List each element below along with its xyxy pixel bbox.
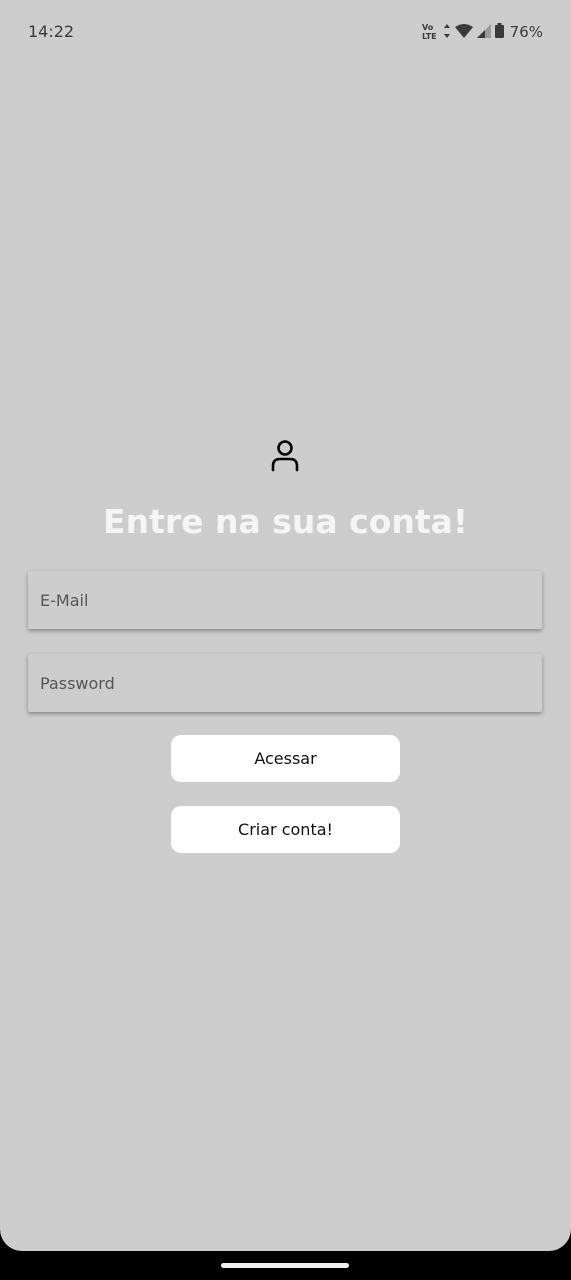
status-bar: 14:22 Vo LTE 76% xyxy=(0,0,571,64)
wifi-icon xyxy=(454,23,473,42)
status-time: 14:22 xyxy=(28,22,75,41)
create-account-button[interactable]: Criar conta! xyxy=(171,806,400,853)
password-field-container xyxy=(28,654,542,712)
user-icon xyxy=(268,438,302,472)
app-screen: 14:22 Vo LTE 76% Entre na sua conta! E-M… xyxy=(0,0,571,1251)
volte-indicator: Vo LTE xyxy=(422,23,437,41)
email-field-container xyxy=(28,571,542,629)
signal-icon xyxy=(476,23,491,42)
page-title: Entre na sua conta! xyxy=(103,502,468,541)
volte-top-label: Vo xyxy=(421,23,434,32)
status-icons: Vo LTE 76% xyxy=(422,20,543,44)
battery-percent: 76% xyxy=(509,23,543,41)
login-button[interactable]: Acessar xyxy=(171,735,400,782)
password-field[interactable] xyxy=(28,654,542,712)
data-arrows-icon xyxy=(443,23,451,42)
email-field[interactable] xyxy=(28,571,542,629)
volte-bottom-label: LTE xyxy=(421,32,437,41)
home-indicator[interactable] xyxy=(221,1263,349,1268)
battery-icon xyxy=(494,22,504,42)
